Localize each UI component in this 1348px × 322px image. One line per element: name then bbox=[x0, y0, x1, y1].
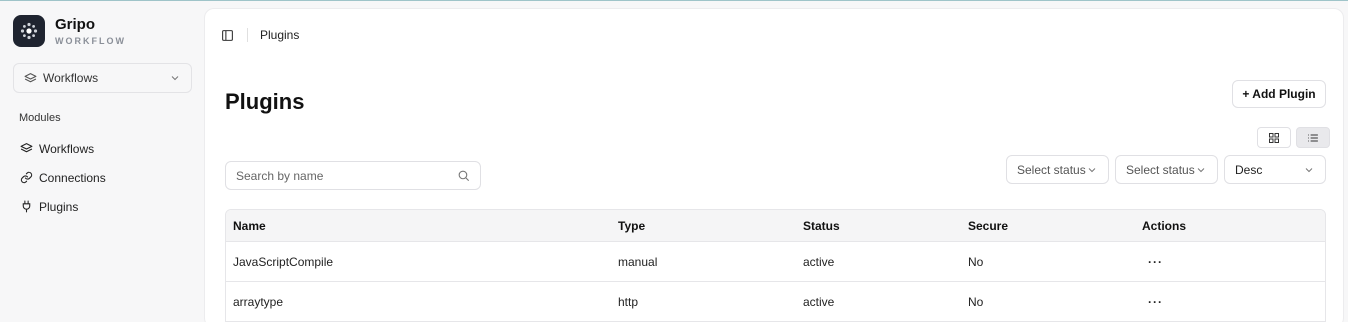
sidebar-item-connections[interactable]: Connections bbox=[19, 163, 106, 192]
modules-section-label: Modules bbox=[19, 112, 61, 124]
chevron-down-icon bbox=[169, 72, 181, 84]
view-toggle bbox=[1252, 127, 1330, 148]
row-actions-button[interactable]: ··· bbox=[1148, 242, 1163, 281]
list-view-button[interactable] bbox=[1296, 127, 1330, 148]
page-title: Plugins bbox=[225, 89, 305, 114]
status-filter-select-2[interactable]: Select status bbox=[1115, 155, 1218, 184]
brand-subtitle: WORKFLOW bbox=[55, 35, 126, 46]
sidebar: Gripo WORKFLOW Workflows Modules Workflo… bbox=[0, 1, 204, 322]
brand-name: Gripo bbox=[55, 15, 95, 33]
chevron-down-icon bbox=[1195, 164, 1207, 176]
column-header-secure[interactable]: Secure bbox=[968, 210, 1008, 241]
column-header-actions: Actions bbox=[1142, 218, 1187, 233]
divider bbox=[247, 28, 248, 42]
layers-icon bbox=[24, 72, 37, 85]
sidebar-item-label: Workflows bbox=[39, 141, 95, 156]
search-input[interactable] bbox=[236, 168, 446, 183]
cell-name: JavaScriptCompile bbox=[233, 254, 334, 269]
grid-view-button[interactable] bbox=[1257, 127, 1291, 148]
sidebar-item-label: Connections bbox=[39, 170, 106, 185]
toggle-sidebar-icon[interactable] bbox=[221, 29, 234, 42]
table-row[interactable]: arraytype http active No ··· bbox=[226, 282, 1325, 322]
cell-name: arraytype bbox=[233, 294, 284, 309]
workspace-select-value: Workflows bbox=[43, 71, 99, 85]
plugins-table: Name Type Status Secure Actions JavaScri… bbox=[225, 209, 1326, 322]
sidebar-item-workflows[interactable]: Workflows bbox=[19, 134, 106, 163]
cell-status: active bbox=[803, 254, 835, 269]
search-icon bbox=[457, 169, 470, 182]
row-actions-button[interactable]: ··· bbox=[1148, 282, 1163, 321]
add-plugin-button[interactable]: + Add Plugin bbox=[1232, 80, 1326, 108]
sort-order-value: Desc bbox=[1235, 162, 1263, 177]
link-icon bbox=[19, 171, 33, 184]
status-filter-select[interactable]: Select status bbox=[1006, 155, 1109, 184]
sidebar-item-label: Plugins bbox=[39, 199, 79, 214]
layers-icon bbox=[19, 142, 33, 155]
brand[interactable]: Gripo WORKFLOW bbox=[13, 15, 126, 47]
plug-icon bbox=[19, 200, 33, 213]
cell-status: active bbox=[803, 294, 835, 309]
gripo-logo-icon bbox=[13, 15, 45, 47]
chevron-down-icon bbox=[1303, 164, 1315, 176]
sidebar-item-plugins[interactable]: Plugins bbox=[19, 192, 106, 221]
cell-type: manual bbox=[618, 254, 658, 269]
table-row[interactable]: JavaScriptCompile manual active No ··· bbox=[226, 242, 1325, 282]
main-content: Plugins Plugins + Add Plugin Select stat… bbox=[204, 8, 1344, 322]
sidebar-nav: Workflows Connections Plugins bbox=[19, 134, 106, 221]
cell-secure: No bbox=[968, 294, 984, 309]
workspace-select[interactable]: Workflows bbox=[13, 63, 192, 93]
column-header-status[interactable]: Status bbox=[803, 210, 840, 241]
cell-secure: No bbox=[968, 254, 984, 269]
column-header-type[interactable]: Type bbox=[618, 210, 645, 241]
topbar: Plugins bbox=[221, 27, 299, 43]
status-filter-value: Select status bbox=[1126, 162, 1195, 177]
list-icon bbox=[1307, 132, 1319, 144]
breadcrumb: Plugins bbox=[260, 28, 300, 42]
chevron-down-icon bbox=[1086, 164, 1098, 176]
column-header-name[interactable]: Name bbox=[233, 210, 266, 241]
cell-type: http bbox=[618, 294, 639, 309]
table-header: Name Type Status Secure Actions bbox=[226, 210, 1325, 242]
grid-icon bbox=[1268, 132, 1280, 144]
search-box bbox=[225, 161, 481, 190]
status-filter-value: Select status bbox=[1017, 162, 1086, 177]
sort-order-select[interactable]: Desc bbox=[1224, 155, 1326, 184]
